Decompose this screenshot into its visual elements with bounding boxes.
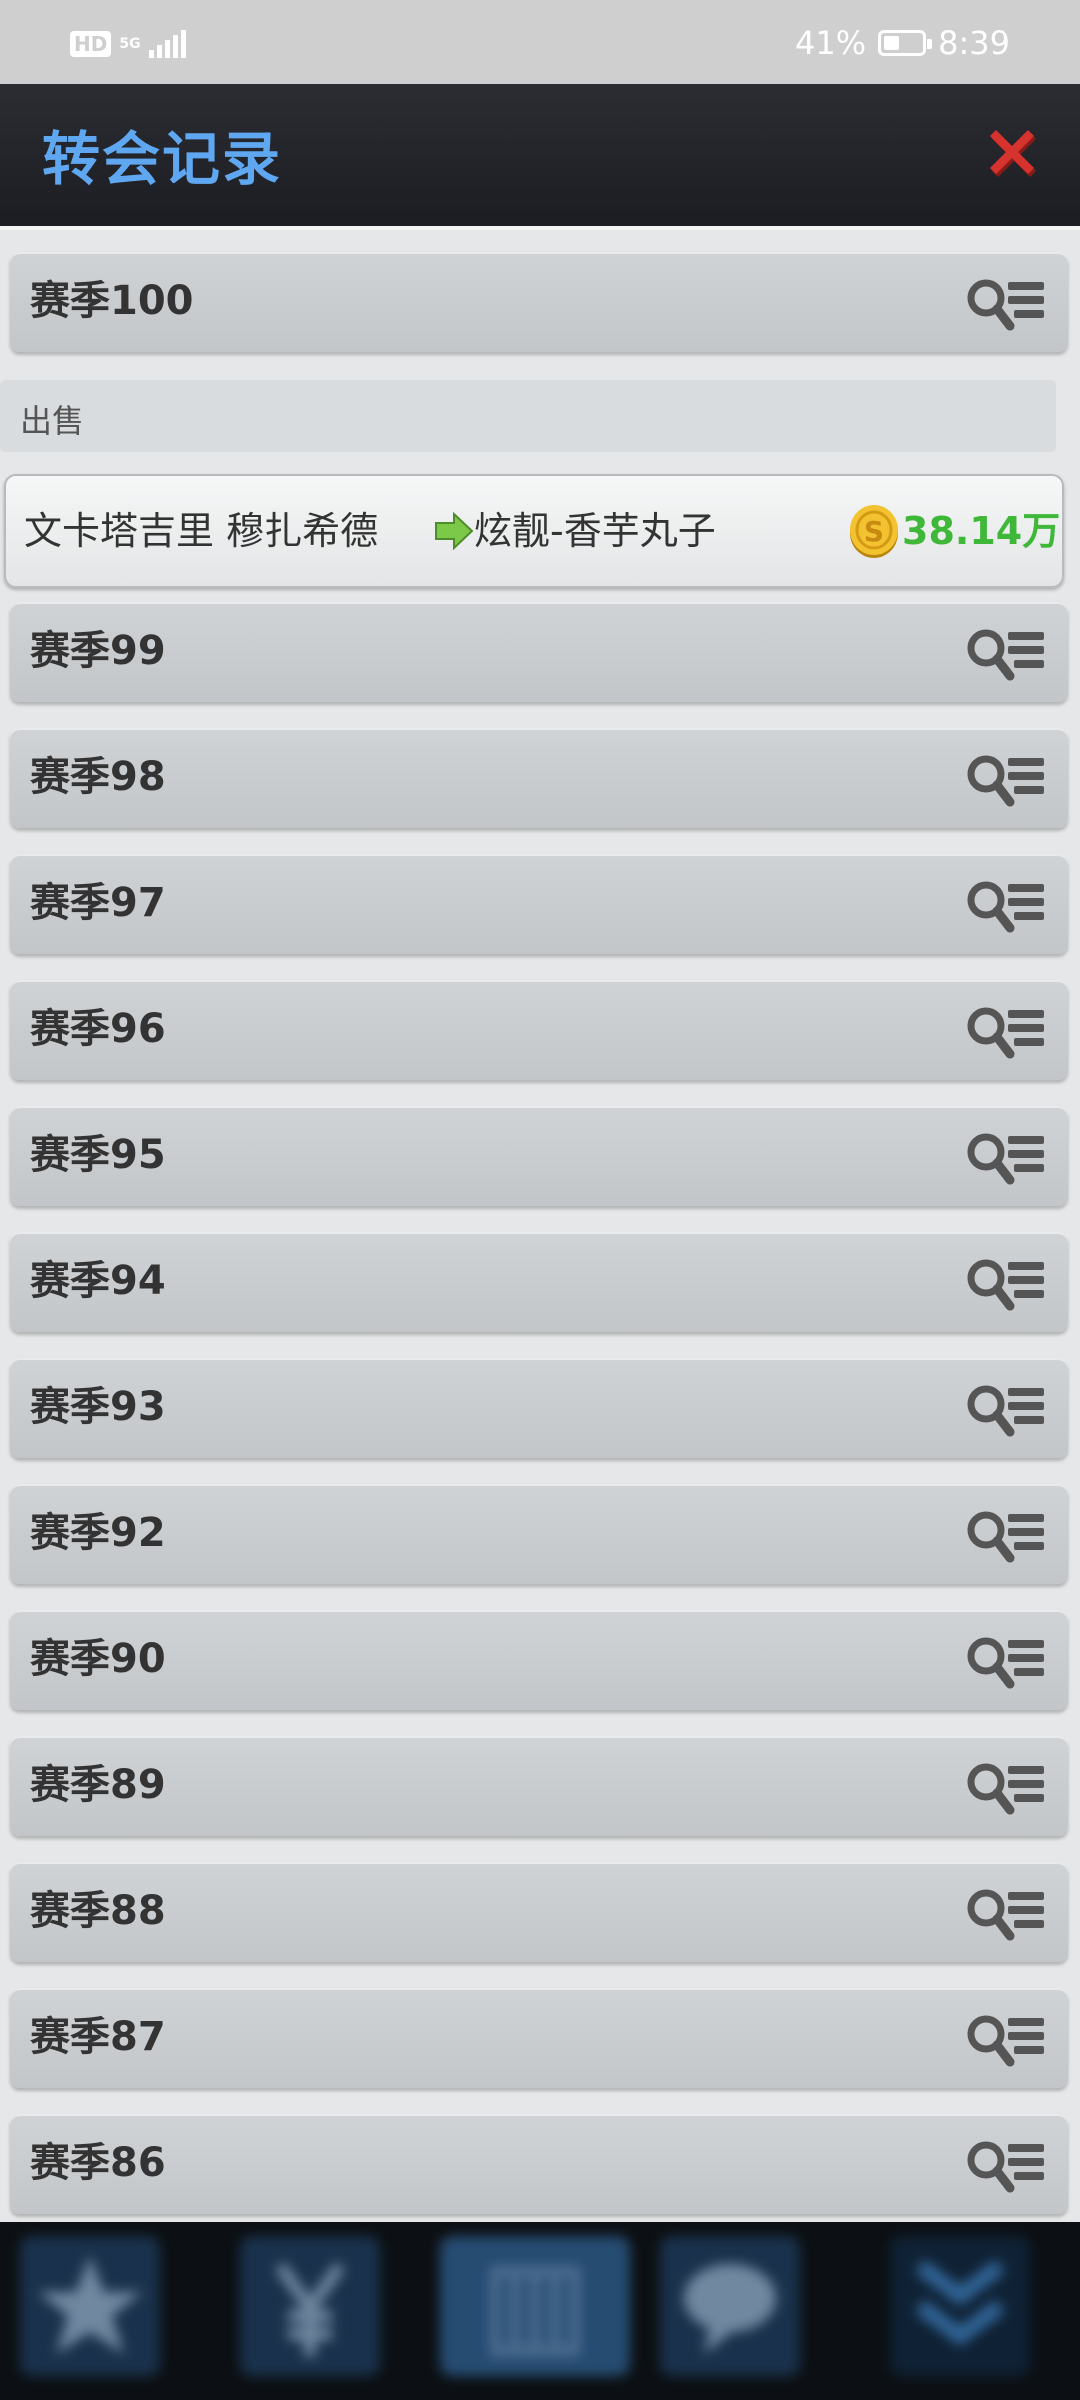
- season-row[interactable]: 赛季94: [10, 1232, 1068, 1332]
- search-list-icon[interactable]: [964, 1380, 1046, 1440]
- season-label: 赛季97: [30, 880, 166, 926]
- search-list-icon[interactable]: [964, 2136, 1046, 2196]
- season-row[interactable]: 赛季95: [10, 1106, 1068, 1206]
- season-label: 赛季88: [30, 1888, 166, 1934]
- search-list-icon[interactable]: [964, 1506, 1046, 1566]
- status-left: HD 5G: [70, 30, 186, 58]
- status-bar: HD 5G 41% 8:39: [0, 0, 1080, 84]
- search-list-icon[interactable]: [964, 624, 1046, 684]
- season-row[interactable]: 赛季89: [10, 1736, 1068, 1836]
- dialog-header: 转会记录: [0, 84, 1080, 226]
- transfer-record: 文卡塔吉里 穆扎希德 炫靓-香芋丸子 S 38.14万: [4, 474, 1064, 588]
- close-button[interactable]: [974, 114, 1050, 190]
- player-name: 文卡塔吉里 穆扎希德: [24, 509, 379, 553]
- chat-icon: [684, 2264, 776, 2354]
- season-label: 赛季98: [30, 754, 166, 800]
- section-label: 出售: [20, 402, 85, 440]
- season-label: 赛季96: [30, 1006, 166, 1052]
- search-list-icon[interactable]: [964, 1884, 1046, 1944]
- background-nav-item: [240, 2236, 380, 2376]
- building-icon: [490, 2266, 580, 2356]
- svg-text:S: S: [864, 515, 884, 548]
- background-nav-item: [660, 2236, 800, 2376]
- search-list-icon[interactable]: [964, 1002, 1046, 1062]
- battery-percent: 41%: [795, 24, 867, 62]
- search-list-icon[interactable]: [964, 274, 1046, 334]
- season-label: 赛季89: [30, 1762, 166, 1808]
- season-label: 赛季95: [30, 1132, 166, 1178]
- status-right: 41% 8:39: [795, 24, 1010, 62]
- search-list-icon[interactable]: [964, 1128, 1046, 1188]
- search-list-icon[interactable]: [964, 1758, 1046, 1818]
- battery-fill: [884, 36, 900, 50]
- season-label: 赛季90: [30, 1636, 166, 1682]
- search-list-icon[interactable]: [964, 750, 1046, 810]
- season-label: 赛季99: [30, 628, 166, 674]
- season-row[interactable]: 赛季98: [10, 728, 1068, 828]
- background-game-nav: [0, 2222, 1080, 2400]
- season-label: 赛季100: [30, 278, 194, 324]
- background-nav-item: [890, 2236, 1030, 2376]
- arrow-right-icon: [435, 512, 474, 550]
- season-label: 赛季93: [30, 1384, 166, 1430]
- season-row[interactable]: 赛季93: [10, 1358, 1068, 1458]
- network-type: 5G: [119, 36, 141, 52]
- chevron-down-icon: [915, 2259, 1005, 2346]
- season-row[interactable]: 赛季97: [10, 854, 1068, 954]
- section-header-sale: 出售: [0, 380, 1056, 452]
- signal-icon: [148, 30, 186, 58]
- star-icon: [38, 2256, 142, 2354]
- transfer-price: 38.14万: [902, 509, 1061, 553]
- season-row[interactable]: 赛季90: [10, 1610, 1068, 1710]
- search-list-icon[interactable]: [964, 1632, 1046, 1692]
- background-nav-item: [20, 2236, 160, 2376]
- season-row[interactable]: 赛季100: [10, 252, 1068, 352]
- transfer-record-list[interactable]: 赛季100 出售 文卡塔吉里 穆扎希德 炫靓-香芋丸子 S 38.14万 赛季9…: [0, 226, 1080, 2222]
- season-label: 赛季86: [30, 2140, 166, 2186]
- season-row[interactable]: 赛季87: [10, 1988, 1068, 2088]
- season-label: 赛季94: [30, 1258, 166, 1304]
- battery-icon: [878, 30, 933, 56]
- season-label: 赛季92: [30, 1510, 166, 1556]
- close-icon: [990, 130, 1036, 177]
- season-row[interactable]: 赛季88: [10, 1862, 1068, 1962]
- page-title: 转会记录: [42, 125, 283, 193]
- season-row[interactable]: 赛季96: [10, 980, 1068, 1080]
- yen-icon: [275, 2262, 345, 2356]
- season-label: 赛季87: [30, 2014, 166, 2060]
- season-row[interactable]: 赛季86: [10, 2114, 1068, 2214]
- season-row[interactable]: 赛季92: [10, 1484, 1068, 1584]
- search-list-icon[interactable]: [964, 876, 1046, 936]
- club-name: 炫靓-香芋丸子: [474, 509, 716, 553]
- season-row[interactable]: 赛季99: [10, 602, 1068, 702]
- search-list-icon[interactable]: [964, 1254, 1046, 1314]
- search-list-icon[interactable]: [964, 2010, 1046, 2070]
- clock: 8:39: [938, 24, 1010, 62]
- coin-icon: S: [850, 505, 898, 558]
- background-nav-item: [440, 2236, 630, 2376]
- hd-badge: HD: [70, 31, 112, 57]
